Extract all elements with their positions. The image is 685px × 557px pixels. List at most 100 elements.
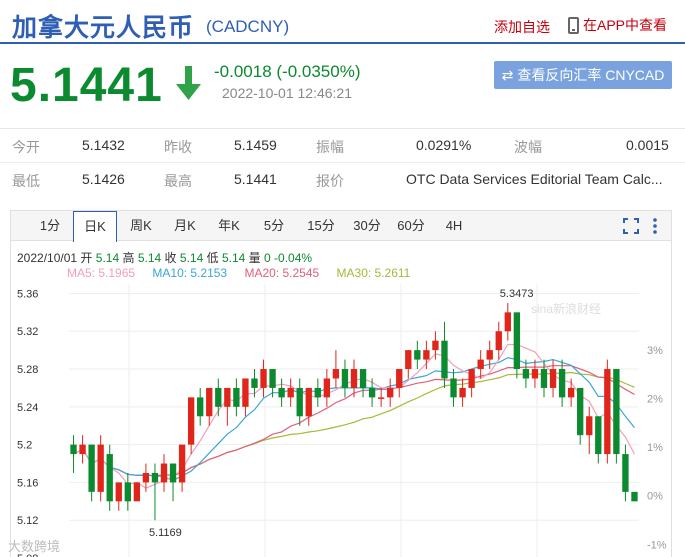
down-arrow-icon xyxy=(176,66,201,100)
y-tick-label: 5.28 xyxy=(17,364,38,376)
candle-body xyxy=(513,312,521,370)
candle-body xyxy=(269,369,276,388)
candle-body xyxy=(314,387,321,398)
candle-body xyxy=(341,369,349,388)
candle-body xyxy=(106,454,113,502)
stat-label: 波幅 xyxy=(514,139,542,155)
candle-body xyxy=(631,491,638,502)
quote-timestamp: 2022-10-01 12:46:21 xyxy=(222,85,352,101)
candle-body xyxy=(613,369,620,455)
candle-body xyxy=(115,482,122,502)
y-tick-label: 5.24 xyxy=(17,402,38,414)
stat-value: 5.1432 xyxy=(82,137,125,153)
candle-body xyxy=(224,387,231,407)
candle-body xyxy=(486,350,493,360)
candle-body xyxy=(495,331,502,351)
candle-body xyxy=(477,359,484,370)
candle-body xyxy=(296,387,303,417)
reverse-rate-button[interactable]: ⇄ 查看反向汇率 CNYCAD xyxy=(494,61,672,89)
stat-label: 最低 xyxy=(12,173,40,189)
chart-watermark: sina新浪财经 xyxy=(531,301,601,316)
candle-body xyxy=(332,369,340,379)
candle-body xyxy=(423,350,430,360)
y-tick-label: 5.2 xyxy=(17,440,32,452)
candle-body xyxy=(586,416,593,436)
stat-label: 昨收 xyxy=(164,139,192,155)
candle-body xyxy=(187,397,195,445)
candle-body xyxy=(79,444,86,455)
candle-body xyxy=(124,482,131,502)
stat-value: 0.0015 xyxy=(626,137,669,153)
stat-value: 5.1426 xyxy=(82,171,125,187)
candle-body xyxy=(350,369,358,388)
reverse-rate-label: 查看反向汇率 CNYCAD xyxy=(517,67,665,83)
pct-tick-label: 2% xyxy=(647,393,663,405)
stats-panel: 今开 5.1432 昨收 5.1459 振幅 0.0291% 波幅 0.0015… xyxy=(0,128,685,189)
stat-label: 报价 xyxy=(316,173,344,189)
candle-body xyxy=(450,378,457,398)
candle-body xyxy=(396,369,403,388)
y-tick-label: 5.32 xyxy=(17,326,38,338)
candle-body xyxy=(287,387,294,398)
candle-body xyxy=(242,378,249,407)
candle-body xyxy=(414,350,421,360)
low-annotation: 5.1169 xyxy=(149,527,182,539)
stat-label: 今开 xyxy=(12,139,40,155)
phone-icon xyxy=(568,16,579,34)
candle-body xyxy=(97,444,104,492)
candle-body xyxy=(197,397,204,417)
candle-body xyxy=(567,387,575,398)
stats-row: 最低 5.1426 最高 5.1441 报价 OTC Data Services… xyxy=(0,162,685,196)
candle-body xyxy=(522,369,530,379)
watermark: 大数跨境 xyxy=(8,539,61,554)
page-header: 加拿大元人民币 (CADCNY) 添加自选 在APP中查看 xyxy=(0,0,685,44)
candle-body xyxy=(595,416,602,455)
view-in-app-label: 在APP中查看 xyxy=(583,17,668,33)
candle-body xyxy=(558,369,566,398)
price-change: -0.0018 (-0.0350%) xyxy=(214,62,361,81)
candlestick-chart[interactable]: 5.365.325.285.245.25.165.125.083%2%1%0%-… xyxy=(11,211,671,557)
y-tick-label: 5.36 xyxy=(17,288,38,300)
candle-body xyxy=(178,444,186,483)
candle-body xyxy=(233,387,240,407)
candle-body xyxy=(531,369,539,379)
pct-tick-label: 0% xyxy=(647,491,663,503)
candle-body xyxy=(133,482,141,502)
pct-tick-label: 3% xyxy=(647,345,663,357)
currency-code: (CADCNY) xyxy=(206,17,290,36)
stats-row: 今开 5.1432 昨收 5.1459 振幅 0.0291% 波幅 0.0015 xyxy=(0,129,685,163)
high-annotation: 5.3473 xyxy=(500,288,534,300)
candle-body xyxy=(604,369,611,455)
candle-body xyxy=(169,463,177,483)
candle-body xyxy=(70,444,77,455)
add-favorite-button[interactable]: 添加自选 xyxy=(494,17,550,37)
candle-body xyxy=(549,369,557,388)
view-in-app-link[interactable]: 在APP中查看 xyxy=(568,15,667,35)
stat-value: 0.0291% xyxy=(416,137,472,153)
candle-body xyxy=(260,369,267,388)
candle-body xyxy=(405,350,412,370)
candle-body xyxy=(160,463,168,483)
candle-body xyxy=(504,312,511,332)
stat-label: 振幅 xyxy=(316,139,344,155)
candle-body xyxy=(323,378,331,398)
candle-body xyxy=(387,387,394,398)
candle-body xyxy=(206,387,213,417)
candle-body xyxy=(359,369,367,388)
chart-panel: 1分 日K 周K 月K 年K 5分 15分 30分 60分 4H 2022/10… xyxy=(10,210,672,557)
pct-tick-label: 1% xyxy=(647,442,663,454)
current-price: 5.1441 xyxy=(10,59,163,112)
swap-icon: ⇄ xyxy=(501,66,514,83)
page-title: 加拿大元人民币 xyxy=(12,14,195,42)
stat-value: 5.1441 xyxy=(234,171,277,187)
candle-body xyxy=(88,444,95,492)
candle-body xyxy=(151,472,159,483)
candle-body xyxy=(251,378,258,388)
candle-body xyxy=(540,369,548,388)
candle-body xyxy=(441,340,448,379)
candle-body xyxy=(278,387,285,398)
candle-body xyxy=(468,369,475,388)
candle-body xyxy=(305,387,312,417)
pct-tick-label: -1% xyxy=(647,539,667,551)
stat-value: OTC Data Services Editorial Team Calc... xyxy=(406,171,663,187)
